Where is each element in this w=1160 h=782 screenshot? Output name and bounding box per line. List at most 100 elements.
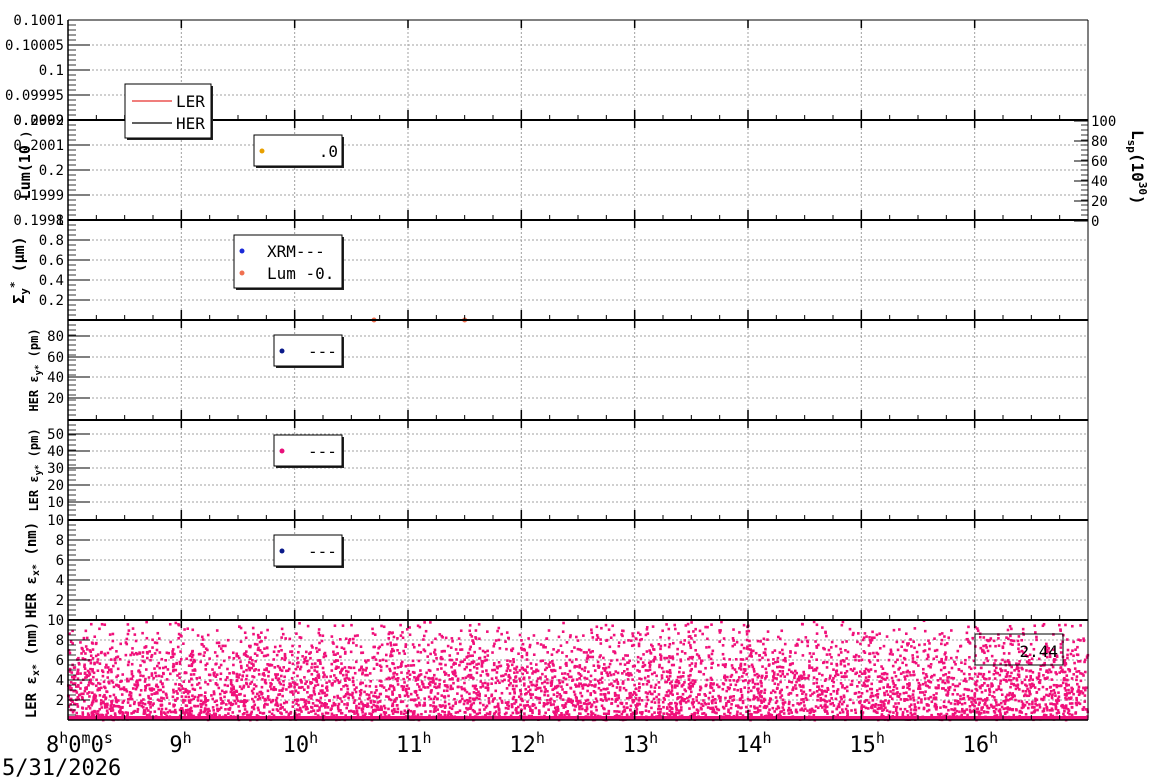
scatter-point [687, 641, 691, 644]
scatter-point [854, 658, 857, 662]
scatter-point [196, 704, 200, 708]
scatter-point [657, 701, 661, 704]
scatter-point [897, 702, 900, 705]
scatter-point [136, 710, 139, 713]
scatter-point [769, 691, 773, 695]
scatter-point [444, 672, 448, 675]
scatter-point [472, 691, 476, 694]
scatter-point [679, 675, 683, 678]
scatter-point [207, 707, 210, 711]
scatter-point [895, 687, 899, 690]
scatter-point [562, 706, 566, 709]
scatter-point [185, 657, 188, 661]
scatter-point [857, 659, 861, 662]
scatter-point [622, 710, 626, 713]
scatter-point [447, 712, 451, 715]
scatter-point [602, 687, 606, 691]
scatter-point [344, 683, 348, 687]
scatter-point [224, 644, 227, 648]
scatter-point [638, 670, 641, 673]
scatter-point [922, 649, 926, 653]
scatter-point [409, 664, 413, 667]
scatter-point [233, 699, 236, 703]
scatter-point [942, 673, 945, 677]
scatter-point [924, 690, 927, 693]
scatter-point [372, 667, 376, 671]
scatter-point [782, 658, 785, 662]
scatter-point [126, 698, 130, 701]
scatter-point [763, 688, 767, 692]
scatter-point [427, 676, 430, 680]
scatter-point [586, 689, 589, 693]
scatter-point [963, 711, 966, 715]
scatter-point [966, 688, 970, 692]
scatter-point [682, 642, 686, 646]
scatter-point [300, 681, 303, 684]
scatter-point [836, 713, 840, 717]
scatter-point [785, 685, 789, 689]
scatter-point [309, 710, 313, 713]
scatter-point [335, 666, 339, 670]
scatter-point [160, 657, 164, 661]
scatter-point [1018, 688, 1021, 691]
scatter-point [894, 660, 897, 664]
scatter-point [354, 660, 358, 664]
scatter-point [165, 696, 169, 699]
scatter-point [102, 680, 106, 684]
scatter-point [899, 654, 902, 658]
scatter-point [477, 623, 481, 626]
scatter-point [881, 709, 884, 712]
scatter-point [852, 631, 855, 635]
scatter-point [311, 702, 315, 705]
scatter-point [304, 650, 308, 654]
scatter-point [956, 684, 960, 688]
scatter-point [1059, 651, 1063, 654]
scatter-point [731, 637, 735, 640]
scatter-point [711, 683, 715, 686]
scatter-point [353, 699, 357, 702]
scatter-point [857, 655, 861, 658]
scatter-point [215, 629, 219, 632]
scatter-point [565, 683, 569, 686]
scatter-point [776, 673, 780, 676]
scatter-point [416, 678, 420, 681]
scatter-point [590, 631, 594, 635]
scatter-point [346, 687, 350, 691]
scatter-point [306, 691, 309, 694]
scatter-point [504, 673, 507, 676]
scatter-point [932, 657, 936, 661]
scatter-point [912, 670, 915, 673]
scatter-point [198, 676, 201, 680]
scatter-point [401, 700, 405, 703]
scatter-point [971, 710, 975, 713]
scatter-point [443, 696, 447, 699]
scatter-point [421, 682, 424, 686]
scatter-point [401, 631, 404, 634]
scatter-point [429, 710, 432, 713]
scatter-point [372, 694, 375, 698]
scatter-point [351, 676, 355, 680]
scatter-point [993, 696, 996, 699]
scatter-point [1077, 660, 1080, 663]
scatter-point [636, 660, 640, 664]
scatter-point [1064, 689, 1068, 692]
scatter-point [587, 648, 591, 652]
scatter-point [355, 709, 359, 713]
scatter-point [543, 668, 547, 672]
scatter-point [461, 676, 465, 680]
scatter-point [801, 654, 805, 657]
scatter-point [658, 686, 661, 689]
scatter-point [868, 687, 872, 691]
scatter-point [863, 632, 867, 635]
scatter-point [810, 666, 814, 670]
scatter-point [637, 682, 641, 686]
scatter-point [968, 705, 972, 708]
scatter-point [285, 710, 288, 714]
scatter-point [161, 682, 164, 685]
scatter-point [1000, 705, 1004, 709]
scatter-point [1063, 658, 1067, 662]
scatter-point [865, 689, 869, 693]
scatter-point [396, 666, 400, 669]
scatter-point [472, 677, 475, 680]
scatter-point [604, 666, 608, 670]
